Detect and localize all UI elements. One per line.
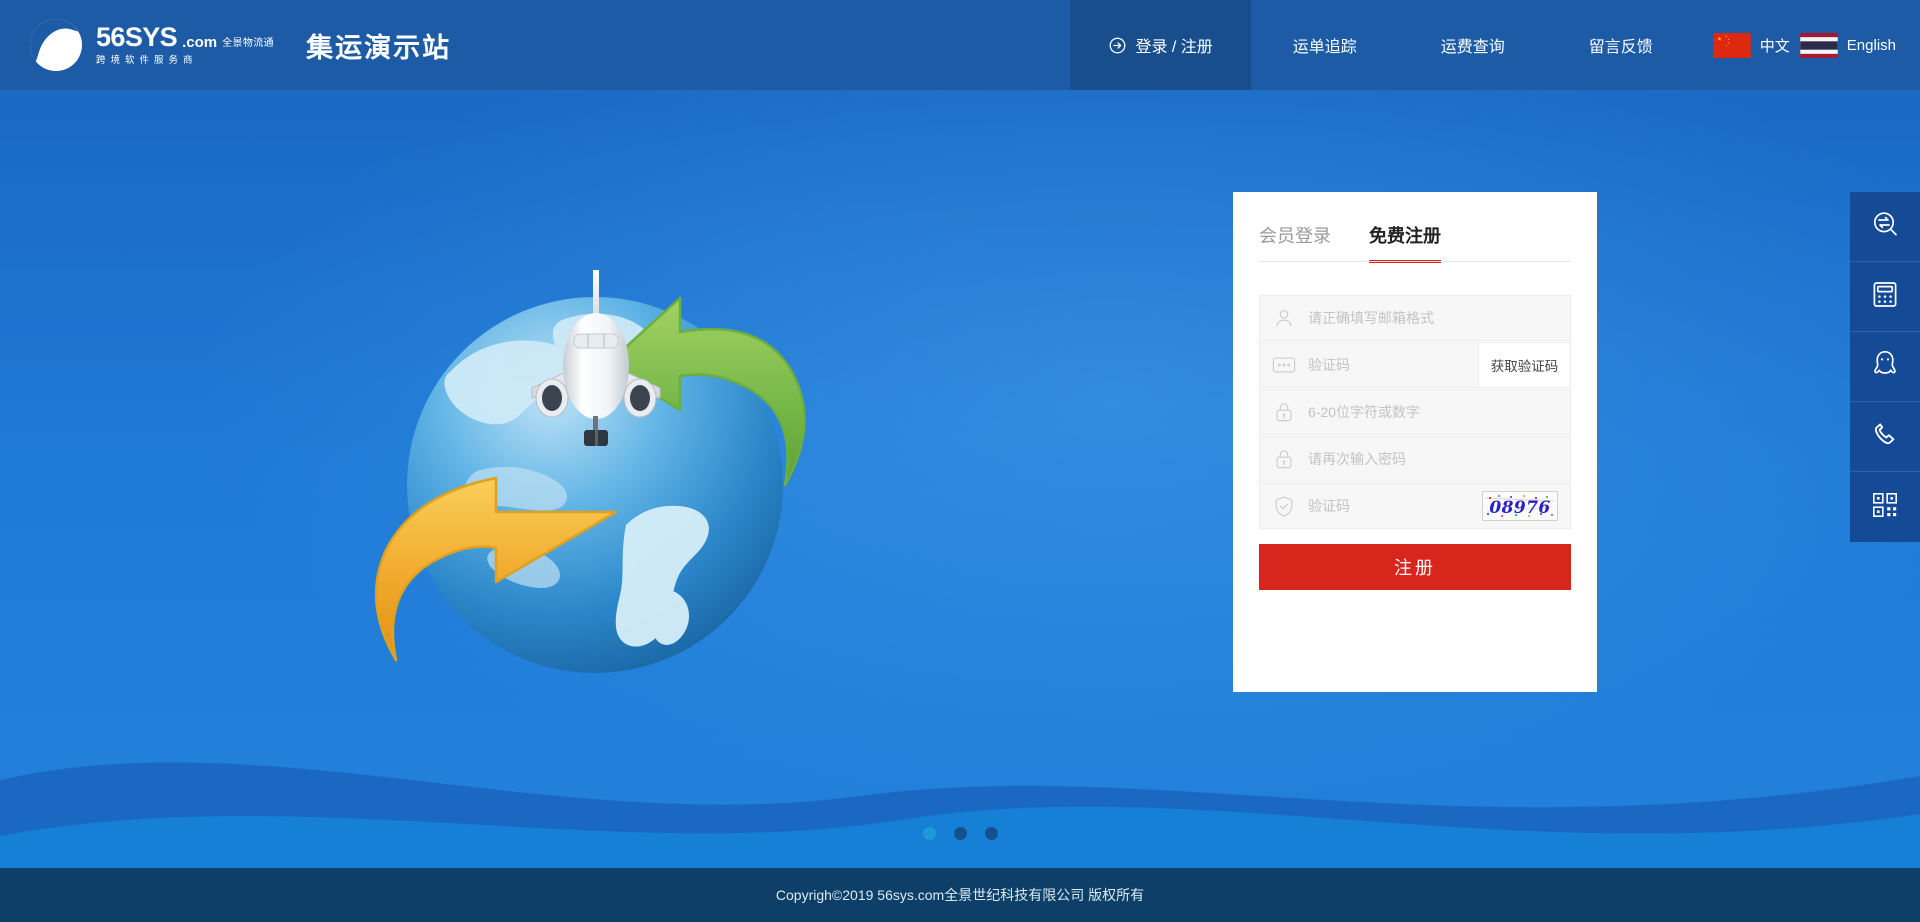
- site-header: 56SYS .com 全景物流通 跨境软件服务商 集运演示站 登录 / 注册 运…: [0, 0, 1920, 90]
- qq-penguin-icon: [1872, 350, 1898, 384]
- auth-card: 会员登录 免费注册 请正确填写邮箱格式 验证码 获取验证码 6-20位字符或数字…: [1233, 192, 1597, 692]
- qrcode-icon: [1872, 492, 1898, 523]
- site-title: 集运演示站: [306, 32, 452, 63]
- user-icon: [1260, 307, 1308, 329]
- nav-item-login-register[interactable]: 登录 / 注册: [1070, 0, 1251, 90]
- rail-item-qrcode[interactable]: [1850, 472, 1920, 542]
- nav-item-tracking[interactable]: 运单追踪: [1251, 0, 1399, 90]
- logo-brand-text: 56SYS: [96, 22, 178, 53]
- language-option-chinese[interactable]: 中文: [1713, 32, 1790, 58]
- calculator-icon: [1872, 281, 1898, 313]
- language-label: English: [1846, 36, 1896, 54]
- confirm-password-field[interactable]: 请再次输入密码: [1259, 436, 1571, 482]
- email-code-placeholder: 验证码: [1308, 357, 1350, 373]
- email-code-field[interactable]: 验证码 获取验证码: [1259, 342, 1571, 388]
- site-footer: Copyrigh©2019 56sys.com全景世纪科技有限公司 版权所有: [0, 868, 1920, 922]
- auth-tabs: 会员登录 免费注册: [1233, 192, 1597, 263]
- floating-side-rail: [1850, 192, 1920, 542]
- get-code-button[interactable]: 获取验证码: [1478, 343, 1570, 387]
- logo-domain-text: .com: [182, 34, 218, 52]
- tab-free-register[interactable]: 免费注册: [1369, 222, 1441, 263]
- nav-label: 登录 / 注册: [1135, 39, 1213, 56]
- tab-member-login[interactable]: 会员登录: [1259, 222, 1331, 262]
- logo-tagline-text: 跨境软件服务商: [96, 55, 198, 67]
- hero-banner: [0, 90, 1920, 898]
- nav-item-feedback[interactable]: 留言反馈: [1547, 0, 1695, 90]
- logo-subtitle-text: 全景物流通: [222, 38, 275, 50]
- shield-check-icon: [1260, 495, 1308, 518]
- carousel-dot-2[interactable]: [953, 827, 967, 840]
- password-placeholder: 6-20位字符或数字: [1308, 404, 1421, 420]
- logo-wordmark: 56SYS .com 全景物流通 跨境软件服务商: [96, 24, 274, 66]
- captcha-image[interactable]: 08976: [1482, 491, 1558, 521]
- rail-item-tracking[interactable]: [1850, 192, 1920, 262]
- copyright-text: Copyrigh©2019 56sys.com全景世纪科技有限公司 版权所有: [775, 887, 1145, 903]
- carousel-dots: [0, 827, 1920, 840]
- captcha-field[interactable]: 验证码 08976: [1259, 483, 1571, 529]
- language-label: 中文: [1759, 37, 1790, 55]
- phone-icon: [1872, 421, 1899, 453]
- nav-label: 运费查询: [1440, 39, 1505, 56]
- tabs-divider: [1259, 261, 1571, 262]
- carousel-dot-1[interactable]: [922, 827, 936, 840]
- carousel-dot-3[interactable]: [984, 827, 998, 840]
- language-option-english[interactable]: English: [1800, 32, 1896, 58]
- globe-airplane-arrows-illustration: [330, 260, 890, 710]
- nav-label: 运单追踪: [1292, 39, 1357, 56]
- thailand-flag-icon: [1800, 32, 1838, 58]
- china-flag-icon: [1713, 32, 1751, 58]
- svg-text:08976: 08976: [1489, 498, 1550, 518]
- register-form: 请正确填写邮箱格式 验证码 获取验证码 6-20位字符或数字 请再次输入密码 验…: [1233, 262, 1597, 590]
- confirm-password-placeholder: 请再次输入密码: [1308, 451, 1406, 467]
- rail-item-qq-chat[interactable]: [1850, 332, 1920, 402]
- wave-sphere-logo-icon: [30, 19, 82, 71]
- rail-item-phone[interactable]: [1850, 402, 1920, 472]
- main-navigation: 登录 / 注册 运单追踪 运费查询 留言反馈 中文 English: [1070, 0, 1920, 90]
- email-field[interactable]: 请正确填写邮箱格式: [1259, 295, 1571, 341]
- nav-item-freight-query[interactable]: 运费查询: [1399, 0, 1547, 90]
- rail-item-calculator[interactable]: [1850, 262, 1920, 332]
- message-dots-icon: [1260, 355, 1308, 375]
- email-placeholder: 请正确填写邮箱格式: [1308, 310, 1434, 326]
- lock-icon: [1260, 401, 1308, 423]
- password-field[interactable]: 6-20位字符或数字: [1259, 389, 1571, 435]
- register-submit-button[interactable]: 注册: [1259, 544, 1571, 590]
- language-switcher: 中文 English: [1695, 0, 1920, 90]
- captcha-placeholder: 验证码: [1308, 498, 1350, 514]
- nav-label: 留言反馈: [1588, 39, 1653, 56]
- lock-icon: [1260, 448, 1308, 470]
- brand-logo[interactable]: 56SYS .com 全景物流通 跨境软件服务商 集运演示站: [0, 0, 451, 90]
- login-arrow-circle-icon: [1108, 36, 1127, 55]
- track-search-icon: [1871, 210, 1899, 243]
